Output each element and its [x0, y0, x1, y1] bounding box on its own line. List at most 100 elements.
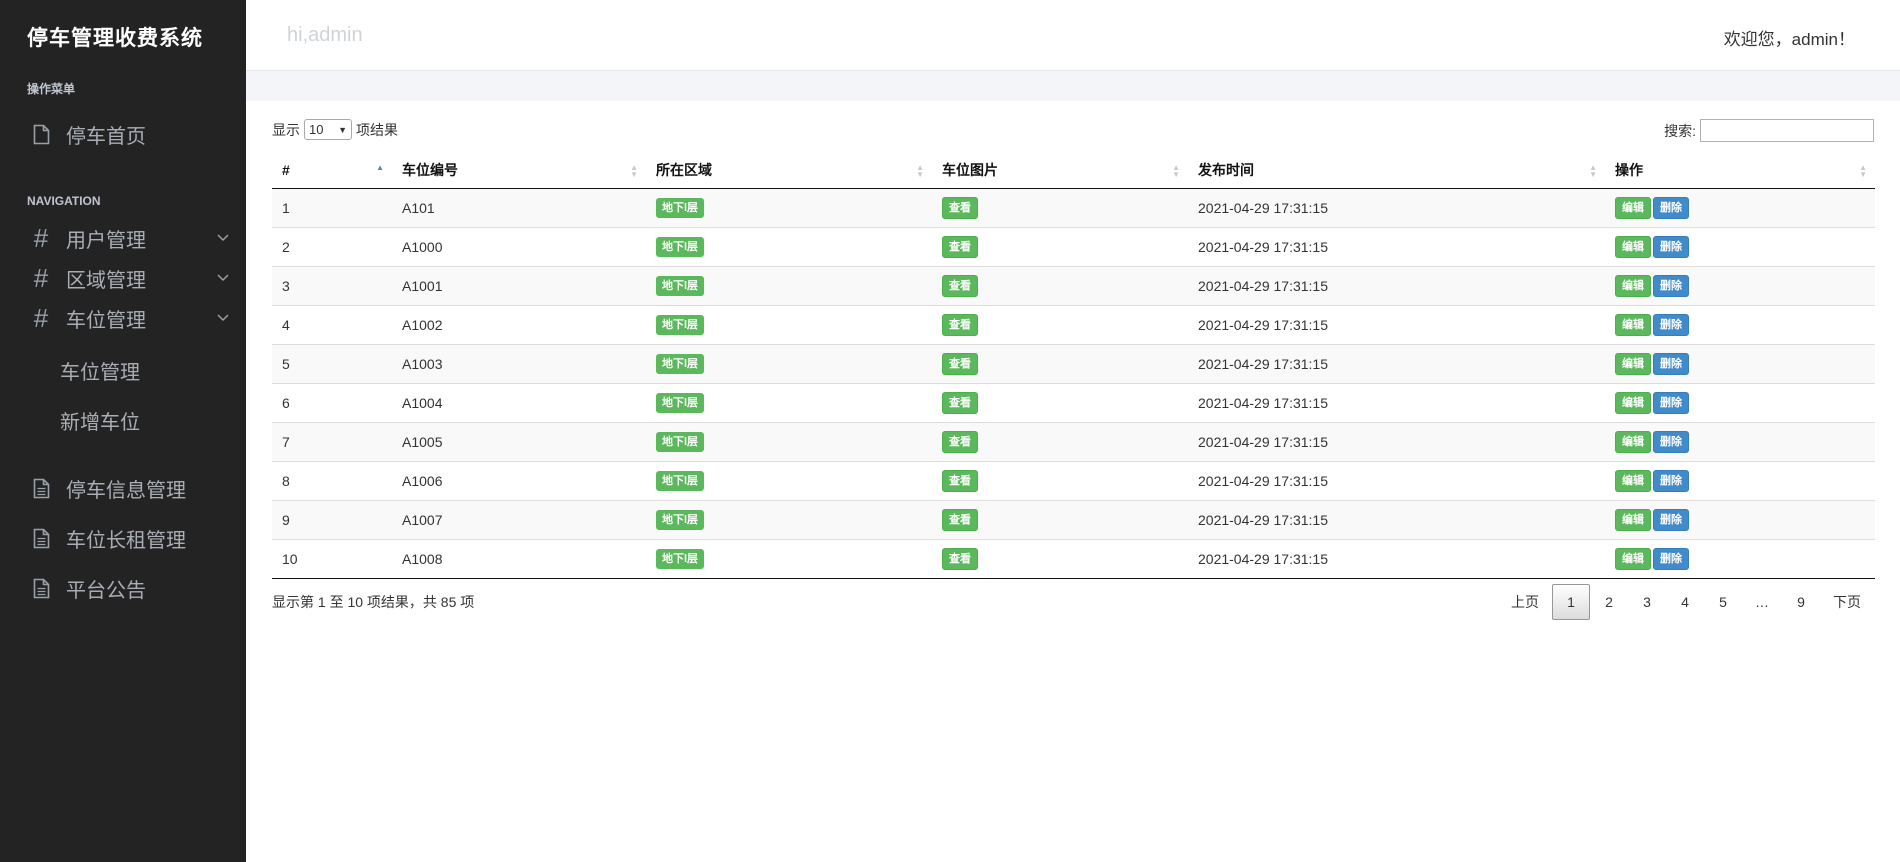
cell-area: 地下l层 — [646, 460, 932, 500]
edit-button[interactable]: 编辑 — [1615, 547, 1651, 570]
view-image-button[interactable]: 查看 — [942, 391, 978, 414]
next-page-button[interactable]: 下页 — [1820, 584, 1874, 620]
cell-code: A1006 — [392, 460, 646, 500]
delete-button[interactable]: 删除 — [1653, 430, 1689, 453]
cell-number: 10 — [272, 538, 392, 579]
edit-button[interactable]: 编辑 — [1615, 352, 1651, 375]
delete-button[interactable]: 删除 — [1653, 352, 1689, 375]
view-image-button[interactable]: 查看 — [942, 313, 978, 336]
cell-image: 查看 — [932, 187, 1188, 227]
cell-image: 查看 — [932, 538, 1188, 579]
sidebar-subitem-space-list[interactable]: 车位管理 — [60, 356, 140, 385]
column-header-label: 发布时间 — [1198, 162, 1254, 179]
sidebar-item-long-rent[interactable]: 车位长租管理 — [30, 522, 230, 554]
cell-code: A1008 — [392, 538, 646, 579]
edit-button[interactable]: 编辑 — [1615, 391, 1651, 414]
sidebar-item-home[interactable]: 停车首页 — [30, 118, 230, 150]
page-button-3[interactable]: 3 — [1628, 584, 1666, 620]
view-image-button[interactable]: 查看 — [942, 352, 978, 375]
file-icon — [30, 121, 52, 147]
area-label: 地下l层 — [656, 431, 705, 452]
area-label: 地下l层 — [656, 275, 705, 296]
table-row: 10 A1008 地下l层 查看 2021-04-29 17:31:15 编辑 删除 — [272, 538, 1875, 579]
search-input[interactable] — [1700, 119, 1874, 142]
cell-time: 2021-04-29 17:31:15 — [1188, 187, 1605, 227]
view-image-button[interactable]: 查看 — [942, 430, 978, 453]
sidebar-subitem-add-space[interactable]: 新增车位 — [60, 406, 140, 435]
table-row: 8 A1006 地下l层 查看 2021-04-29 17:31:15 编辑 删除 — [272, 460, 1875, 500]
sort-icon: ▲ ▼ — [1589, 163, 1597, 179]
search-label: 搜索: — [1664, 122, 1696, 139]
delete-button[interactable]: 删除 — [1653, 469, 1689, 492]
hash-icon: # — [33, 303, 49, 333]
edit-button[interactable]: 编辑 — [1615, 235, 1651, 258]
column-header-number[interactable]: # ▲ — [272, 153, 392, 189]
sidebar-item-label: 区域管理 — [66, 269, 146, 292]
view-image-button[interactable]: 查看 — [942, 274, 978, 297]
page-button-5[interactable]: 5 — [1704, 584, 1742, 620]
sidebar-item-announcements[interactable]: 平台公告 — [30, 572, 230, 604]
view-image-button[interactable]: 查看 — [942, 469, 978, 492]
sidebar-item-area-management[interactable]: # 区域管理 — [30, 262, 230, 294]
column-header-label: 所在区域 — [656, 162, 712, 179]
delete-button[interactable]: 删除 — [1653, 235, 1689, 258]
cell-image: 查看 — [932, 226, 1188, 266]
column-header-area[interactable]: 所在区域 ▲ ▼ — [646, 153, 932, 189]
page-length-control: 显示 10 ▼ 项结果 — [272, 119, 398, 140]
cell-area: 地下l层 — [646, 499, 932, 539]
cell-time: 2021-04-29 17:31:15 — [1188, 499, 1605, 539]
delete-button[interactable]: 删除 — [1653, 547, 1689, 570]
prev-page-button[interactable]: 上页 — [1498, 584, 1552, 620]
top-header: hi,admin 欢迎您，admin！ — [246, 0, 1900, 71]
sort-icon: ▲ ▼ — [1172, 163, 1180, 179]
edit-button[interactable]: 编辑 — [1615, 430, 1651, 453]
edit-button[interactable]: 编辑 — [1615, 196, 1651, 219]
page-length-select[interactable]: 10 ▼ — [304, 119, 352, 140]
view-image-button[interactable]: 查看 — [942, 235, 978, 258]
page-button-1[interactable]: 1 — [1552, 584, 1590, 620]
edit-button[interactable]: 编辑 — [1615, 469, 1651, 492]
edit-button[interactable]: 编辑 — [1615, 313, 1651, 336]
cell-code: A1003 — [392, 343, 646, 383]
sidebar-item-label: 用户管理 — [66, 229, 146, 252]
document-icon — [30, 525, 52, 551]
area-label: 地下l层 — [656, 548, 705, 569]
delete-button[interactable]: 删除 — [1653, 508, 1689, 531]
view-image-button[interactable]: 查看 — [942, 547, 978, 570]
column-header-image[interactable]: 车位图片 ▲ ▼ — [932, 153, 1188, 189]
sort-icon: ▲ ▼ — [916, 163, 924, 179]
delete-button[interactable]: 删除 — [1653, 313, 1689, 336]
page-button-9[interactable]: 9 — [1782, 584, 1820, 620]
column-header-label: 车位编号 — [402, 162, 458, 179]
cell-code: A1004 — [392, 382, 646, 422]
delete-button[interactable]: 删除 — [1653, 274, 1689, 297]
column-header-code[interactable]: 车位编号 ▲ ▼ — [392, 153, 646, 189]
cell-actions: 编辑 删除 — [1605, 499, 1875, 539]
delete-button[interactable]: 删除 — [1653, 391, 1689, 414]
page-button-4[interactable]: 4 — [1666, 584, 1704, 620]
cell-area: 地下l层 — [646, 226, 932, 266]
cell-actions: 编辑 删除 — [1605, 265, 1875, 305]
document-icon — [30, 475, 52, 501]
cell-number: 6 — [272, 382, 392, 422]
table-row: 3 A1001 地下l层 查看 2021-04-29 17:31:15 编辑 删除 — [272, 265, 1875, 305]
edit-button[interactable]: 编辑 — [1615, 274, 1651, 297]
column-header-time[interactable]: 发布时间 ▲ ▼ — [1188, 153, 1605, 189]
view-image-button[interactable]: 查看 — [942, 196, 978, 219]
length-suffix: 项结果 — [356, 121, 398, 138]
table-row: 6 A1004 地下l层 查看 2021-04-29 17:31:15 编辑 删除 — [272, 382, 1875, 422]
sidebar-item-user-management[interactable]: # 用户管理 — [30, 222, 230, 254]
edit-button[interactable]: 编辑 — [1615, 508, 1651, 531]
area-label: 地下l层 — [656, 509, 705, 530]
cell-image: 查看 — [932, 421, 1188, 461]
cell-time: 2021-04-29 17:31:15 — [1188, 460, 1605, 500]
cell-number: 5 — [272, 343, 392, 383]
view-image-button[interactable]: 查看 — [942, 508, 978, 531]
sidebar-item-parking-info[interactable]: 停车信息管理 — [30, 472, 230, 504]
delete-button[interactable]: 删除 — [1653, 196, 1689, 219]
sidebar-item-space-management[interactable]: # 车位管理 — [30, 302, 230, 334]
column-header-actions[interactable]: 操作 ▲ ▼ — [1605, 153, 1875, 189]
page-button-2[interactable]: 2 — [1590, 584, 1628, 620]
cell-image: 查看 — [932, 499, 1188, 539]
greeting: hi,admin — [287, 24, 363, 46]
